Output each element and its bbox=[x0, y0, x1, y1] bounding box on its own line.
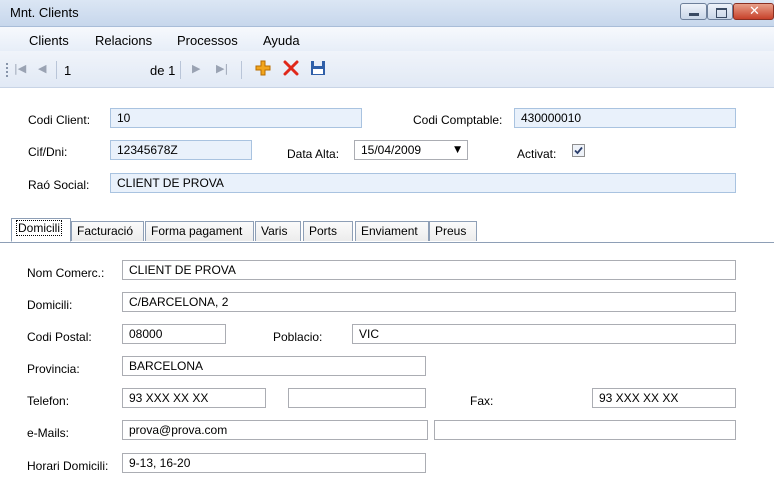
move-previous-icon[interactable]: ◀ bbox=[38, 62, 46, 75]
poblacio-field[interactable] bbox=[352, 324, 736, 344]
tab-domicili[interactable]: Domicili bbox=[11, 218, 71, 242]
provincia-label: Provincia: bbox=[27, 362, 80, 376]
toolbar-grip[interactable] bbox=[6, 63, 11, 77]
poblacio-label: Poblacio: bbox=[273, 330, 323, 344]
tab-label: Domicili bbox=[16, 220, 62, 236]
toolbar-separator bbox=[241, 61, 242, 79]
save-icon[interactable] bbox=[310, 60, 326, 76]
tab-label: Varis bbox=[261, 224, 288, 238]
tab-label: Ports bbox=[309, 224, 338, 238]
toolbar: |◀ ◀ de 1 ▶ ▶| bbox=[0, 51, 774, 88]
menu-relacions[interactable]: Relacions bbox=[95, 33, 152, 48]
cif-dni-field[interactable] bbox=[110, 140, 252, 160]
rao-social-field[interactable] bbox=[110, 173, 736, 193]
horari-label: Horari Domicili: bbox=[27, 459, 109, 473]
activat-label: Activat: bbox=[517, 147, 557, 161]
rao-social-label: Raó Social: bbox=[28, 178, 90, 192]
activat-checkbox[interactable] bbox=[572, 144, 585, 157]
codi-client-field[interactable] bbox=[110, 108, 362, 128]
close-icon: ✕ bbox=[749, 4, 760, 19]
telefon-field[interactable] bbox=[122, 388, 266, 408]
codi-comptable-field[interactable] bbox=[514, 108, 736, 128]
minimize-button[interactable] bbox=[680, 3, 707, 20]
tab-facturacio[interactable]: Facturació bbox=[71, 221, 144, 241]
cif-dni-label: Cif/Dni: bbox=[28, 145, 68, 159]
add-icon[interactable] bbox=[255, 60, 271, 76]
minimize-icon bbox=[689, 13, 699, 16]
tab-label: Forma pagament bbox=[151, 224, 243, 238]
chevron-down-icon[interactable]: ▼ bbox=[454, 141, 461, 159]
nom-comerc-label: Nom Comerc.: bbox=[27, 266, 105, 280]
toolbar-separator bbox=[56, 61, 57, 79]
tab-label: Facturació bbox=[77, 224, 134, 238]
fax-field[interactable] bbox=[592, 388, 736, 408]
title-bar: Mnt. Clients ✕ bbox=[0, 0, 774, 27]
tab-enviament[interactable]: Enviament bbox=[355, 221, 429, 241]
tab-ports[interactable]: Ports bbox=[303, 221, 353, 241]
provincia-field[interactable] bbox=[122, 356, 426, 376]
maximize-button[interactable] bbox=[707, 3, 733, 20]
close-button[interactable]: ✕ bbox=[733, 3, 774, 20]
codi-postal-field[interactable] bbox=[122, 324, 226, 344]
menu-ayuda[interactable]: Ayuda bbox=[263, 33, 300, 48]
telefon-2-field[interactable] bbox=[288, 388, 426, 408]
email-2-field[interactable] bbox=[434, 420, 736, 440]
record-count-label: de 1 bbox=[150, 63, 176, 78]
nom-comerc-field[interactable] bbox=[122, 260, 736, 280]
menu-bar: Clients Relacions Processos Ayuda bbox=[0, 27, 774, 51]
delete-icon[interactable] bbox=[283, 60, 299, 76]
domicili-label: Domicili: bbox=[27, 298, 73, 312]
codi-client-label: Codi Client: bbox=[28, 113, 91, 127]
email-field[interactable] bbox=[122, 420, 428, 440]
tab-label: Preus bbox=[435, 224, 467, 238]
telefon-label: Telefon: bbox=[27, 394, 70, 408]
codi-postal-label: Codi Postal: bbox=[27, 330, 92, 344]
tab-varis[interactable]: Varis bbox=[255, 221, 301, 241]
menu-processos[interactable]: Processos bbox=[177, 33, 238, 48]
tab-preus[interactable]: Preus bbox=[429, 221, 477, 241]
data-alta-value: 15/04/2009 bbox=[361, 143, 422, 157]
check-icon bbox=[574, 146, 583, 155]
toolbar-separator bbox=[180, 61, 181, 79]
maximize-icon bbox=[716, 8, 727, 18]
menu-clients[interactable]: Clients bbox=[29, 33, 69, 48]
move-first-icon[interactable]: |◀ bbox=[14, 62, 26, 75]
horari-field[interactable] bbox=[122, 453, 426, 473]
emails-label: e-Mails: bbox=[27, 426, 70, 440]
tab-forma-pagament[interactable]: Forma pagament bbox=[145, 221, 254, 241]
data-alta-label: Data Alta: bbox=[287, 147, 340, 161]
fax-label: Fax: bbox=[470, 394, 494, 408]
codi-comptable-label: Codi Comptable: bbox=[413, 113, 503, 127]
move-next-icon[interactable]: ▶ bbox=[192, 62, 200, 75]
tab-label: Enviament bbox=[361, 224, 418, 238]
data-alta-picker[interactable]: 15/04/2009 ▼ bbox=[354, 140, 468, 160]
window-title: Mnt. Clients bbox=[10, 5, 79, 20]
move-last-icon[interactable]: ▶| bbox=[216, 62, 228, 75]
domicili-field[interactable] bbox=[122, 292, 736, 312]
